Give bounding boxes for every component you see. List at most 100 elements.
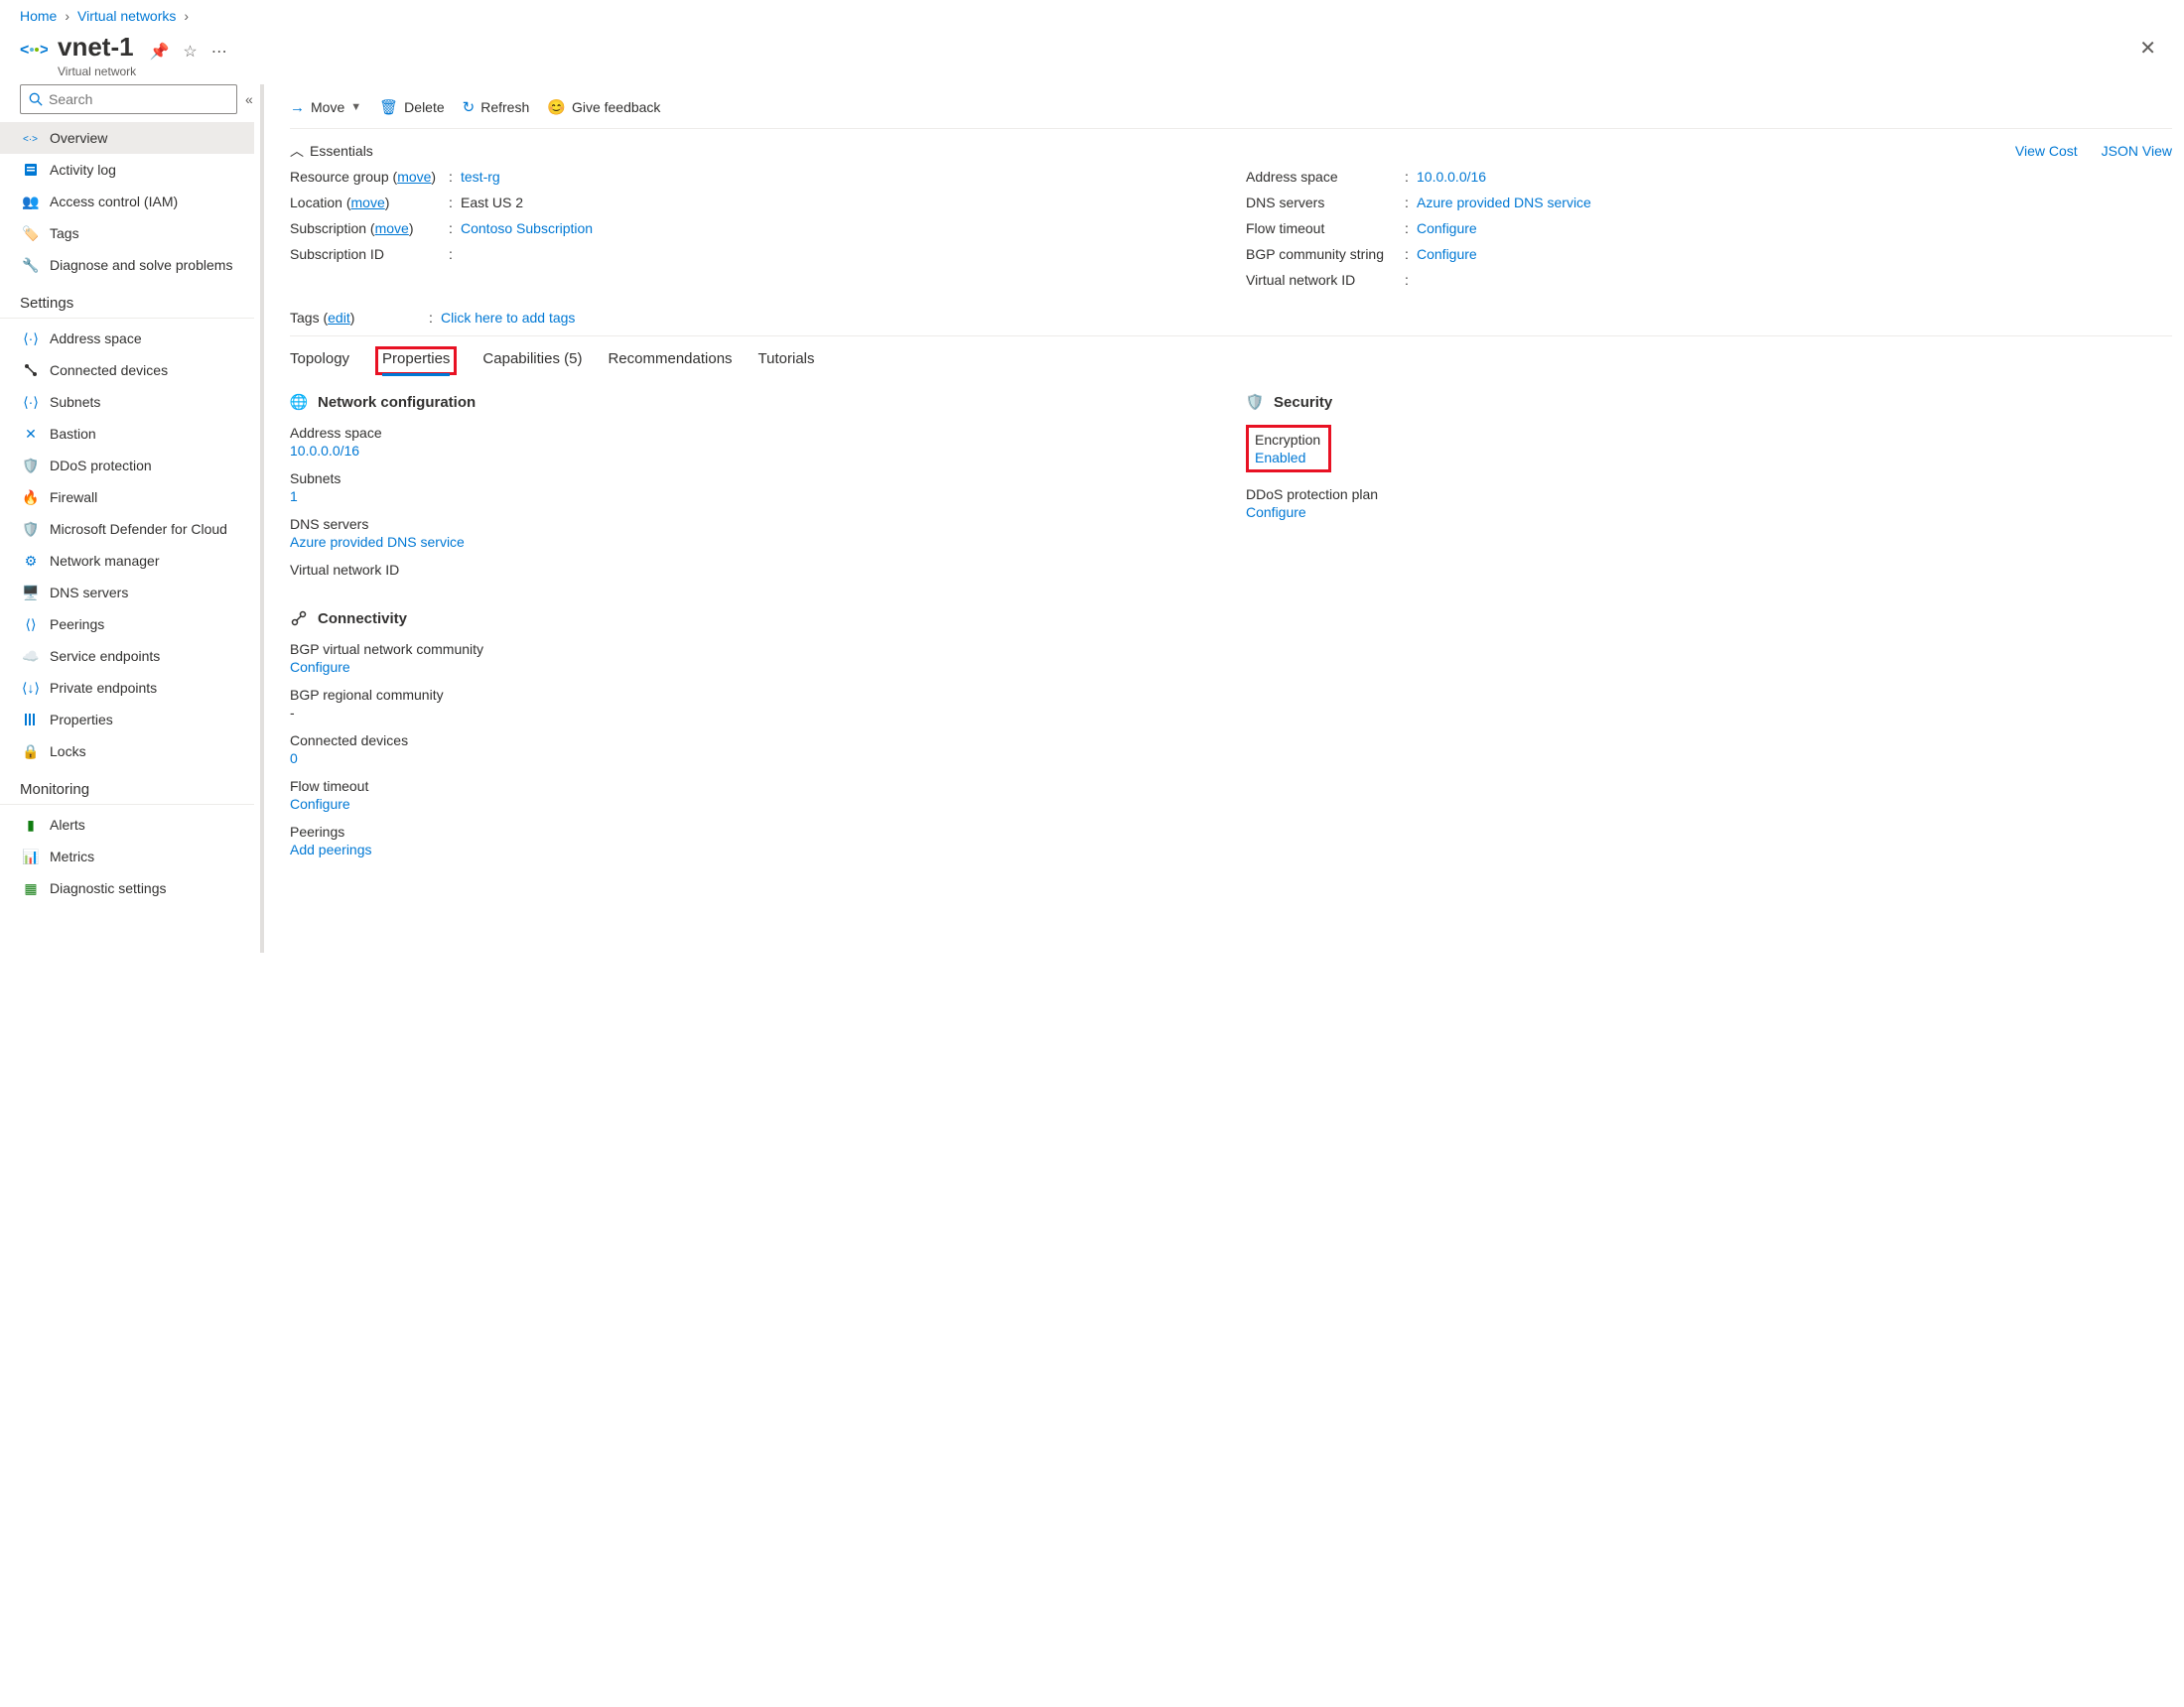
sidebar-item-address-space[interactable]: ⟨·⟩ Address space (0, 323, 254, 354)
subscription-move-link[interactable]: move (375, 220, 409, 236)
breadcrumb-vnets[interactable]: Virtual networks (77, 8, 176, 24)
subnets-icon: ⟨·⟩ (22, 393, 40, 411)
flow-timeout-value[interactable]: Configure (1417, 220, 2172, 236)
metrics-icon: 📊 (22, 848, 40, 865)
tag-icon: 🏷️ (22, 224, 40, 242)
move-button[interactable]: → Move ▼ (290, 99, 361, 116)
bgp-value[interactable]: Configure (1417, 246, 2172, 262)
sidebar-item-metrics[interactable]: 📊 Metrics (0, 841, 254, 872)
resource-group-value[interactable]: test-rg (461, 169, 1216, 185)
people-icon: 👥 (22, 193, 40, 210)
highlight-encryption: Encryption Enabled (1246, 425, 1331, 472)
feedback-button[interactable]: 😊 Give feedback (547, 98, 660, 116)
address-space-value[interactable]: 10.0.0.0/16 (1417, 169, 2172, 185)
prop-conn-dev-value[interactable]: 0 (290, 750, 1216, 766)
sidebar-item-access-control[interactable]: 👥 Access control (IAM) (0, 186, 254, 217)
vnet-icon: <·> (22, 129, 40, 147)
sidebar-item-label: Properties (50, 712, 113, 727)
prop-dns-value[interactable]: Azure provided DNS service (290, 534, 1216, 550)
sidebar-item-subnets[interactable]: ⟨·⟩ Subnets (0, 386, 254, 418)
sidebar-item-dns-servers[interactable]: 🖥️ DNS servers (0, 577, 254, 608)
breadcrumb: Home › Virtual networks › (0, 0, 2184, 28)
sidebar-item-firewall[interactable]: 🔥 Firewall (0, 481, 254, 513)
resource-group-move-link[interactable]: move (397, 169, 431, 185)
close-icon[interactable]: ✕ (2131, 32, 2164, 65)
location-move-link[interactable]: move (351, 195, 385, 210)
sidebar-item-diagnostic-settings[interactable]: ▦ Diagnostic settings (0, 872, 254, 904)
sidebar-section-settings: Settings (0, 281, 254, 319)
tab-recommendations[interactable]: Recommendations (608, 346, 732, 375)
sidebar-item-label: Diagnostic settings (50, 880, 167, 896)
sidebar-item-ddos[interactable]: 🛡️ DDoS protection (0, 450, 254, 481)
prop-encryption-label: Encryption (1255, 432, 1320, 448)
prop-conn-dev-label: Connected devices (290, 732, 1216, 748)
prop-flow-label: Flow timeout (290, 778, 1216, 794)
collapse-sidebar-icon[interactable]: « (245, 91, 253, 107)
sidebar-item-connected-devices[interactable]: Connected devices (0, 354, 254, 386)
search-input[interactable] (20, 84, 237, 114)
dns-icon: 🖥️ (22, 584, 40, 601)
sidebar-item-properties[interactable]: Properties (0, 704, 254, 735)
refresh-button[interactable]: ↻ Refresh (463, 98, 530, 116)
svg-text:>: > (40, 42, 48, 59)
sidebar-item-private-endpoints[interactable]: ⟨↓⟩ Private endpoints (0, 672, 254, 704)
sidebar-item-network-manager[interactable]: ⚙ Network manager (0, 545, 254, 577)
tags-edit-link[interactable]: edit (328, 310, 350, 326)
star-icon[interactable]: ☆ (183, 42, 197, 62)
prop-address-space-value[interactable]: 10.0.0.0/16 (290, 443, 1216, 459)
tab-topology[interactable]: Topology (290, 346, 349, 375)
search-field[interactable] (49, 91, 228, 107)
sidebar-item-service-endpoints[interactable]: ☁️ Service endpoints (0, 640, 254, 672)
chevron-right-icon: › (65, 8, 69, 24)
essentials-toggle[interactable]: ︿ Essentials (290, 141, 373, 161)
sidebar-item-label: Tags (50, 225, 79, 241)
tab-properties[interactable]: Properties (382, 346, 450, 376)
prop-ddos-value[interactable]: Configure (1246, 504, 2172, 520)
essentials-grid: Resource group (move) : test-rg Location… (290, 169, 2172, 298)
tags-add-link[interactable]: Click here to add tags (441, 310, 2172, 326)
sidebar-item-tags[interactable]: 🏷️ Tags (0, 217, 254, 249)
sidebar-item-peerings[interactable]: ⟨⟩ Peerings (0, 608, 254, 640)
tags-label: Tags (edit) (290, 310, 429, 326)
sidebar-item-label: Subnets (50, 394, 100, 410)
essentials-heading: Essentials (310, 143, 373, 159)
firewall-icon: 🔥 (22, 488, 40, 506)
prop-encryption-value[interactable]: Enabled (1255, 450, 1320, 465)
prop-flow-value[interactable]: Configure (290, 796, 1216, 812)
pin-icon[interactable]: 📌 (149, 42, 169, 62)
sidebar-item-label: Firewall (50, 489, 97, 505)
tab-capabilities[interactable]: Capabilities (5) (482, 346, 582, 375)
json-view-link[interactable]: JSON View (2102, 143, 2172, 159)
sidebar-item-defender[interactable]: 🛡️ Microsoft Defender for Cloud (0, 513, 254, 545)
sidebar-item-label: Bastion (50, 426, 96, 442)
bgp-label: BGP community string (1246, 246, 1405, 262)
main-content: → Move ▼ 🗑 Delete ↻ Refresh 😊 Give feedb… (260, 84, 2184, 953)
arrow-right-icon: → (290, 99, 305, 116)
prop-peer-value[interactable]: Add peerings (290, 842, 1216, 857)
subscription-value[interactable]: Contoso Subscription (461, 220, 1216, 236)
sidebar-item-label: Service endpoints (50, 648, 160, 664)
breadcrumb-home[interactable]: Home (20, 8, 57, 24)
prop-subnets-value[interactable]: 1 (290, 488, 1216, 504)
sidebar-item-locks[interactable]: 🔒 Locks (0, 735, 254, 767)
address-space-icon: ⟨·⟩ (22, 329, 40, 347)
diagnostic-icon: ▦ (22, 879, 40, 897)
sidebar-item-alerts[interactable]: ▮ Alerts (0, 809, 254, 841)
sidebar-item-activity-log[interactable]: Activity log (0, 154, 254, 186)
peerings-icon: ⟨⟩ (22, 615, 40, 633)
delete-button[interactable]: 🗑 Delete (379, 98, 445, 116)
sidebar-item-label: Overview (50, 130, 107, 146)
more-icon[interactable]: ⋯ (211, 42, 227, 62)
service-endpoints-icon: ☁️ (22, 647, 40, 665)
tab-tutorials[interactable]: Tutorials (758, 346, 815, 375)
sidebar-item-diagnose[interactable]: 🔧 Diagnose and solve problems (0, 249, 254, 281)
subscription-id-label: Subscription ID (290, 246, 449, 262)
svg-text:<·>: <·> (23, 134, 38, 144)
view-cost-link[interactable]: View Cost (2015, 143, 2078, 159)
sidebar-item-bastion[interactable]: ✕ Bastion (0, 418, 254, 450)
prop-bgp-vn-value[interactable]: Configure (290, 659, 1216, 675)
connectivity-icon (290, 609, 308, 627)
sidebar-item-overview[interactable]: <·> Overview (0, 122, 254, 154)
chevron-right-icon: › (184, 8, 189, 24)
dns-servers-value[interactable]: Azure provided DNS service (1417, 195, 2172, 210)
